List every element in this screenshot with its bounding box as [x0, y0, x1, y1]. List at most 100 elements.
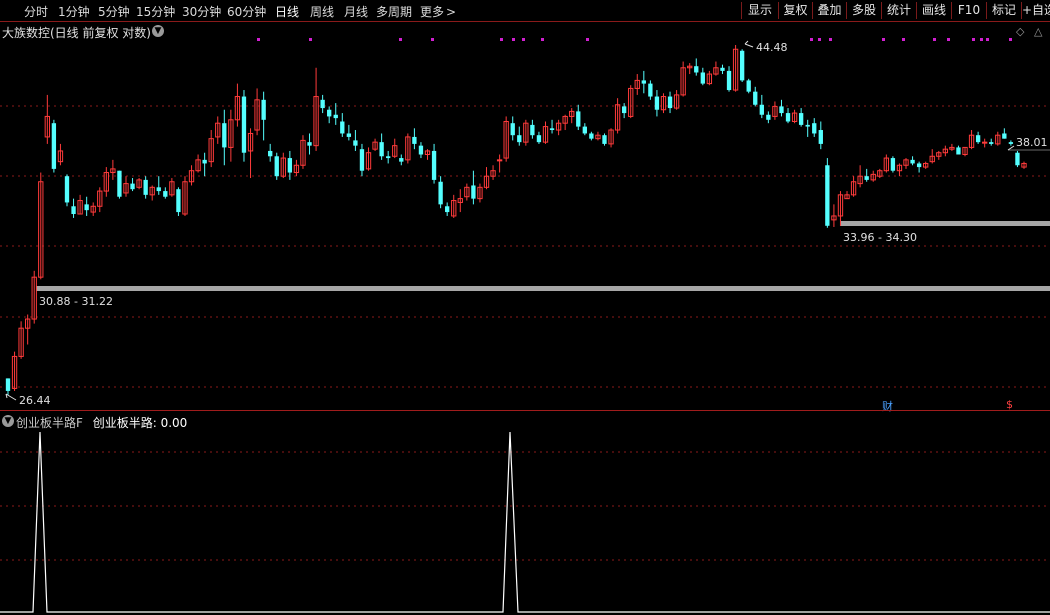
candle [188, 165, 195, 186]
candle [110, 159, 116, 180]
candle [51, 119, 57, 173]
candle [57, 143, 64, 166]
candle-body [143, 179, 148, 195]
tab-more[interactable]: 更多 > [420, 3, 456, 20]
candle [883, 154, 890, 173]
candle [18, 321, 24, 359]
candle-body [241, 96, 247, 153]
candle [766, 111, 771, 124]
candle-body [910, 159, 915, 164]
candle-body [989, 142, 994, 144]
indicator-value: 创业板半路: 0.00 [92, 416, 188, 430]
diamond-icon[interactable]: ◇ [1016, 25, 1024, 38]
candle [228, 109, 234, 162]
candle-body [982, 141, 988, 144]
candle-body [549, 128, 555, 131]
tab-intraday[interactable]: 分时 [24, 3, 48, 20]
candle [798, 108, 804, 127]
signal-marker [902, 38, 905, 41]
candle [569, 108, 575, 124]
finance-event-icon[interactable]: 财 [882, 398, 893, 414]
candle [890, 156, 896, 173]
candle [483, 167, 490, 190]
price-chart[interactable]: 44.48 26.44 38.01 30.88 - 31.22 33.96 - … [0, 38, 1050, 410]
candle [418, 142, 424, 159]
candle-body [798, 113, 804, 125]
candle [261, 91, 266, 141]
tab-weekly[interactable]: 周线 [310, 3, 334, 20]
candle [71, 198, 76, 218]
tab-30min[interactable]: 30分钟 [182, 3, 221, 20]
candle [975, 131, 981, 144]
tab-1min[interactable]: 1分钟 [58, 3, 90, 20]
multi-stock-button[interactable]: 多股 [847, 1, 881, 20]
candle [785, 108, 791, 124]
tab-15min[interactable]: 15分钟 [136, 3, 175, 20]
candle [490, 165, 496, 180]
tab-5min[interactable]: 5分钟 [98, 3, 130, 20]
signal-marker [541, 38, 544, 41]
candle [156, 176, 161, 195]
tab-more-label: 更多 [420, 5, 445, 19]
f10-button[interactable]: F10 [952, 1, 986, 20]
candle-body [222, 123, 227, 148]
candle [464, 183, 470, 201]
candle-body [582, 126, 587, 134]
candle-body [726, 70, 732, 91]
zone1-label: 30.88 - 31.22 [39, 295, 113, 308]
mark-button[interactable]: 标记 [987, 1, 1021, 20]
candle-body [576, 111, 581, 127]
statistics-button[interactable]: 统计 [882, 1, 916, 20]
candle [90, 202, 96, 216]
candle-body [1015, 152, 1020, 166]
tab-daily[interactable]: 日线 [275, 3, 299, 20]
candle-body [1008, 142, 1014, 144]
candle [825, 158, 830, 228]
display-button[interactable]: 显示 [742, 1, 778, 20]
candle [995, 131, 1001, 146]
add-watchlist-button[interactable]: +自选 [1022, 1, 1050, 20]
candle-body [890, 158, 896, 171]
candle [222, 109, 227, 166]
candle [667, 91, 673, 114]
signal-marker [512, 38, 515, 41]
tab-multi-period[interactable]: 多周期 [376, 3, 412, 20]
markers [257, 38, 1012, 41]
tab-monthly[interactable]: 月线 [344, 3, 368, 20]
chevron-down-icon[interactable]: ▼ [152, 25, 164, 37]
candle [346, 124, 352, 141]
candle [523, 119, 529, 146]
candle-body [340, 121, 345, 134]
restore-rights-button[interactable]: 复权 [779, 1, 812, 20]
triangle-up-icon[interactable]: △ [1034, 25, 1042, 38]
candle [850, 176, 857, 197]
low-pointer-icon [5, 393, 17, 401]
candle [700, 67, 705, 86]
candle [739, 49, 745, 83]
signal-marker [818, 38, 821, 41]
candle [989, 138, 994, 146]
candle [457, 189, 463, 213]
candle-body [496, 159, 503, 162]
candle [379, 133, 384, 160]
candle-body [746, 80, 751, 92]
candle-body [975, 135, 981, 143]
candle [424, 149, 431, 160]
candle [117, 170, 122, 199]
tab-60min[interactable]: 60分钟 [227, 3, 266, 20]
candle [857, 165, 863, 188]
candle [929, 149, 935, 164]
candle [163, 187, 168, 199]
candle [234, 83, 241, 127]
overlay-button[interactable]: 叠加 [813, 1, 846, 20]
draw-line-button[interactable]: 画线 [917, 1, 951, 20]
candle [962, 146, 968, 157]
candle-body [274, 156, 279, 177]
candle-body [320, 99, 325, 109]
candle [660, 93, 667, 114]
candle [84, 196, 89, 216]
candle [268, 143, 273, 162]
candle-body [471, 185, 476, 199]
candle [451, 194, 457, 218]
indicator-chart[interactable] [0, 430, 1050, 615]
